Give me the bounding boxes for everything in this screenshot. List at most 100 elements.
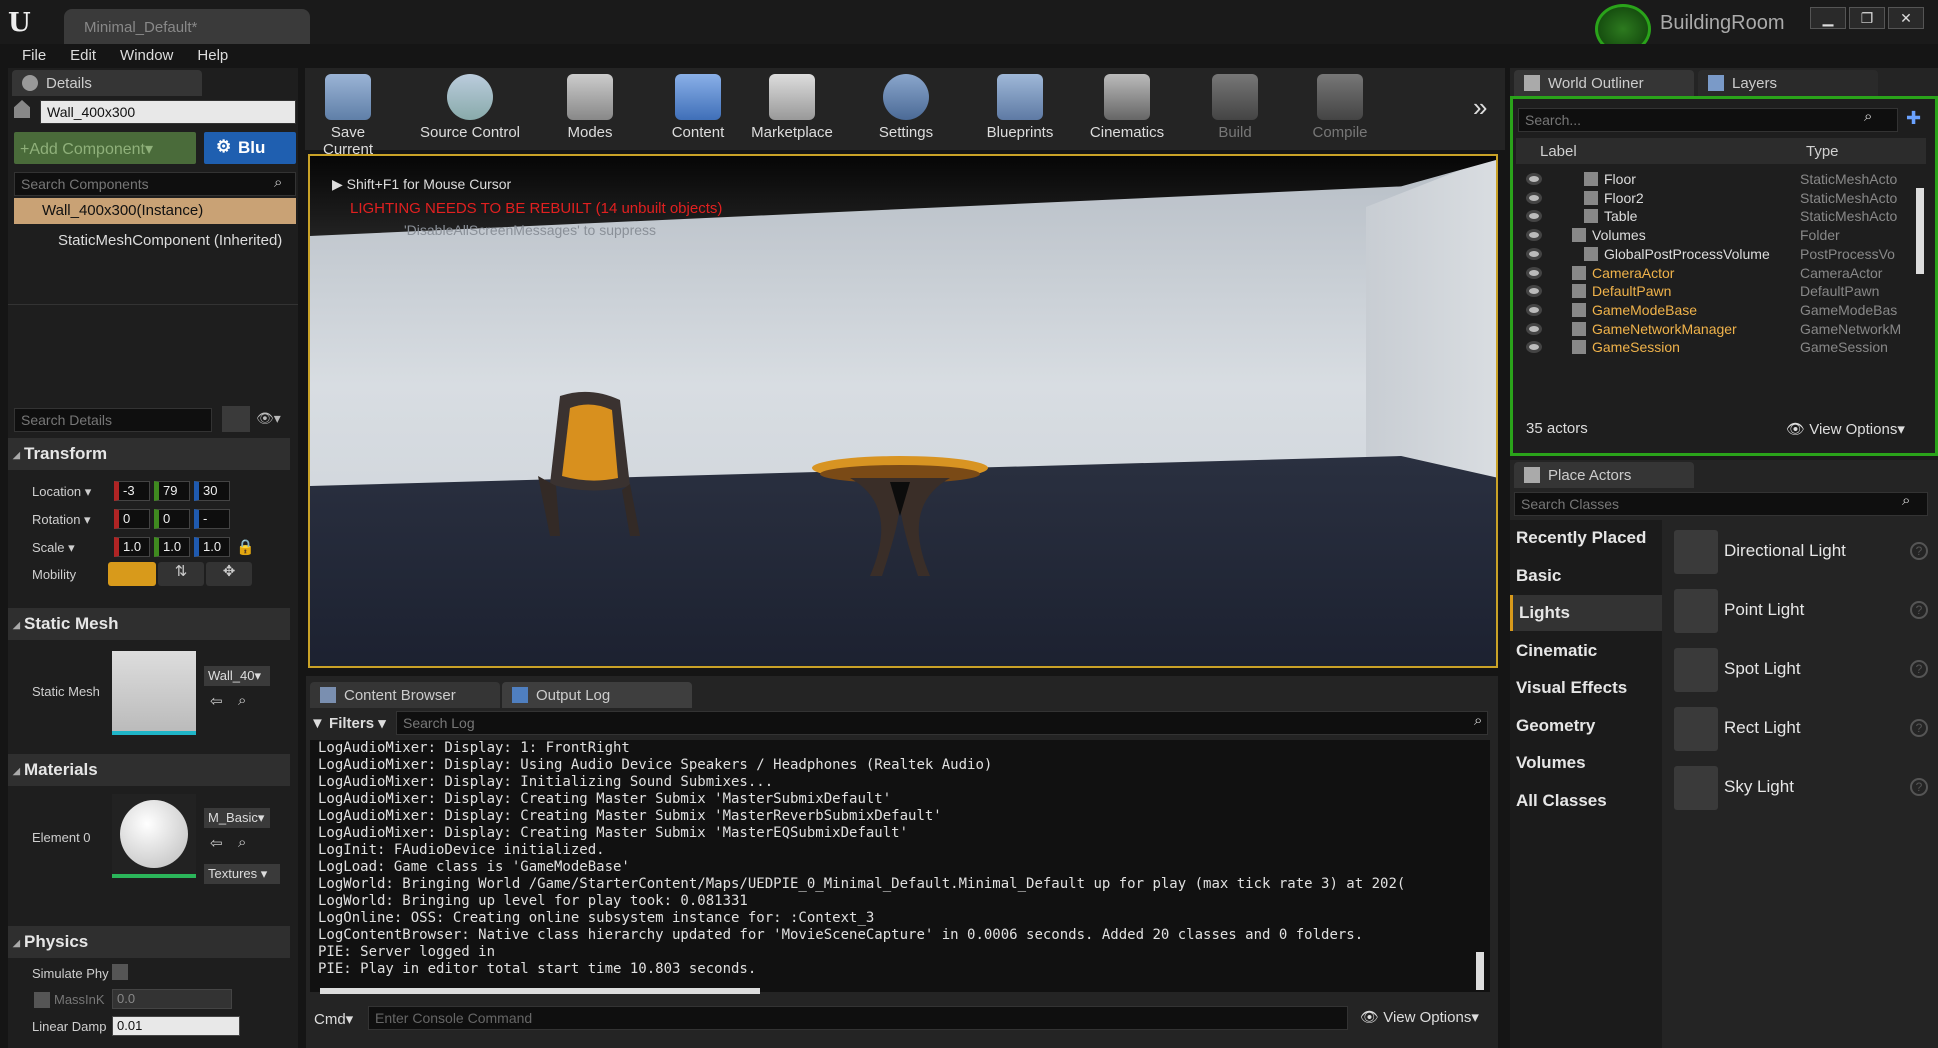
view-options-button[interactable]: 👁 View Options▾ <box>1360 1008 1479 1026</box>
viewport-options-arrow-icon[interactable]: ▶ <box>332 176 347 192</box>
location-z-field[interactable]: 30 <box>194 481 230 501</box>
visibility-eye-icon[interactable] <box>1526 303 1542 316</box>
source-control-button[interactable]: Source Control <box>415 68 525 150</box>
browse-icon[interactable]: ⌕ <box>238 692 246 709</box>
component-static-mesh-row[interactable]: StaticMeshComponent (Inherited) <box>38 232 282 249</box>
search-classes-input[interactable]: Search Classes <box>1514 492 1928 516</box>
outliner-scrollbar[interactable] <box>1916 188 1924 274</box>
actor-item[interactable]: Directional Light? <box>1668 526 1934 578</box>
content-button[interactable]: Content <box>667 68 729 150</box>
details-tab[interactable]: Details <box>12 70 202 96</box>
tab-world-outliner[interactable]: World Outliner <box>1514 70 1694 96</box>
scale-y-field[interactable]: 1.0 <box>154 537 190 557</box>
modes-button[interactable]: Modes <box>555 68 625 150</box>
log-scrollbar-v[interactable] <box>1476 952 1484 990</box>
visibility-eye-icon[interactable] <box>1526 191 1542 204</box>
chair-mesh[interactable] <box>530 386 650 536</box>
column-type[interactable]: Type <box>1806 143 1839 160</box>
settings-button[interactable]: Settings <box>873 68 939 150</box>
scale-label[interactable]: Scale ▾ <box>32 540 75 556</box>
location-y-field[interactable]: 79 <box>154 481 190 501</box>
marketplace-button[interactable]: Marketplace <box>749 68 835 150</box>
outliner-row[interactable]: GameSession GameSession <box>1516 336 1926 359</box>
menu-edit[interactable]: Edit <box>58 44 108 68</box>
tab-output-log[interactable]: Output Log <box>502 682 692 708</box>
level-viewport[interactable]: ▶ Shift+F1 for Mouse Cursor LIGHTING NEE… <box>308 154 1498 668</box>
search-components-input[interactable]: Search Components <box>14 172 296 196</box>
help-icon[interactable]: ? <box>1910 601 1928 619</box>
materials-header[interactable]: Materials <box>8 754 290 786</box>
visibility-eye-icon[interactable] <box>1526 229 1542 242</box>
menu-file[interactable]: File <box>10 44 58 68</box>
mobility-stationary-button[interactable]: ⇅ <box>158 562 204 586</box>
compile-button[interactable]: Compile <box>1305 68 1375 150</box>
cmd-dropdown[interactable]: Cmd▾ <box>314 1010 353 1028</box>
actor-item[interactable]: Point Light? <box>1668 585 1934 637</box>
maximize-button[interactable]: ❐ <box>1849 7 1885 29</box>
browse-icon[interactable]: ⌕ <box>238 834 246 851</box>
material-thumbnail[interactable] <box>112 794 196 878</box>
build-button[interactable]: Build <box>1205 68 1265 150</box>
mass-checkbox[interactable] <box>34 992 50 1008</box>
use-selected-arrow-icon[interactable]: ⇦ <box>210 834 223 852</box>
save-current-button[interactable]: Save Current <box>305 68 391 158</box>
blueprint-button[interactable]: ⚙ Blu <box>204 132 296 164</box>
material-dropdown[interactable]: M_Basic▾ <box>204 808 270 828</box>
log-scrollbar-h[interactable] <box>320 988 760 994</box>
rotation-y-field[interactable]: 0 <box>154 509 190 529</box>
scale-z-field[interactable]: 1.0 <box>194 537 230 557</box>
outliner-view-options[interactable]: 👁 View Options▾ <box>1786 420 1905 438</box>
help-icon[interactable]: ? <box>1910 719 1928 737</box>
lock-icon[interactable]: 🔒 <box>236 538 255 556</box>
close-button[interactable]: ✕ <box>1888 7 1924 29</box>
outliner-search-input[interactable]: Search... <box>1518 108 1898 132</box>
static-mesh-header[interactable]: Static Mesh <box>8 608 290 640</box>
mass-field[interactable]: 0.0 <box>112 989 232 1009</box>
help-icon[interactable]: ? <box>1910 778 1928 796</box>
column-label[interactable]: Label <box>1540 143 1577 160</box>
visibility-eye-icon[interactable] <box>1526 266 1542 279</box>
help-icon[interactable]: ? <box>1910 660 1928 678</box>
visibility-eye-icon[interactable] <box>1526 247 1542 260</box>
rotation-x-field[interactable]: 0 <box>114 509 150 529</box>
blueprints-button[interactable]: Blueprints <box>981 68 1059 150</box>
transform-header[interactable]: Transform <box>8 438 290 470</box>
mobility-static-button[interactable] <box>108 562 156 586</box>
help-icon[interactable]: ? <box>1910 542 1928 560</box>
console-command-input[interactable]: Enter Console Command <box>368 1006 1348 1030</box>
static-mesh-thumbnail[interactable] <box>112 651 196 735</box>
tab-place-actors[interactable]: Place Actors <box>1514 462 1694 488</box>
eye-icon[interactable]: 👁▾ <box>256 410 281 427</box>
menu-help[interactable]: Help <box>185 44 240 68</box>
visibility-eye-icon[interactable] <box>1526 210 1542 223</box>
search-details-input[interactable]: Search Details <box>14 408 212 432</box>
tab-layers[interactable]: Layers <box>1698 70 1878 96</box>
location-label[interactable]: Location ▾ <box>32 484 91 500</box>
grid-view-icon[interactable] <box>222 406 250 432</box>
cinematics-button[interactable]: Cinematics <box>1087 68 1167 150</box>
minimize-button[interactable]: ▁ <box>1810 7 1846 29</box>
use-selected-arrow-icon[interactable]: ⇦ <box>210 692 223 710</box>
filters-button[interactable]: ▼ Filters ▾ <box>310 714 390 736</box>
component-root-row[interactable]: Wall_400x300(Instance) <box>14 198 296 224</box>
physics-header[interactable]: Physics <box>8 926 290 958</box>
search-log-input[interactable]: Search Log <box>396 711 1488 735</box>
rotation-z-field[interactable]: - <box>194 509 230 529</box>
actor-name-input[interactable]: Wall_400x300 <box>40 100 296 124</box>
textures-dropdown[interactable]: Textures ▾ <box>204 864 280 884</box>
visibility-eye-icon[interactable] <box>1526 173 1542 185</box>
scale-x-field[interactable]: 1.0 <box>114 537 150 557</box>
actor-item[interactable]: Spot Light? <box>1668 644 1934 696</box>
static-mesh-dropdown[interactable]: Wall_40▾ <box>204 666 270 686</box>
visibility-eye-icon[interactable] <box>1526 322 1542 335</box>
menu-window[interactable]: Window <box>108 44 185 68</box>
tab-content-browser[interactable]: Content Browser <box>310 682 500 708</box>
toolbar-overflow-icon[interactable]: » <box>1473 92 1487 123</box>
location-x-field[interactable]: -3 <box>114 481 150 501</box>
document-tab[interactable]: Minimal_Default* <box>64 9 310 44</box>
actor-item[interactable]: Rect Light? <box>1668 703 1934 755</box>
add-actor-icon[interactable]: ✚ <box>1906 108 1930 132</box>
visibility-eye-icon[interactable] <box>1526 341 1542 354</box>
mobility-movable-button[interactable]: ✥ <box>206 562 252 586</box>
linear-damping-field[interactable]: 0.01 <box>112 1016 240 1036</box>
